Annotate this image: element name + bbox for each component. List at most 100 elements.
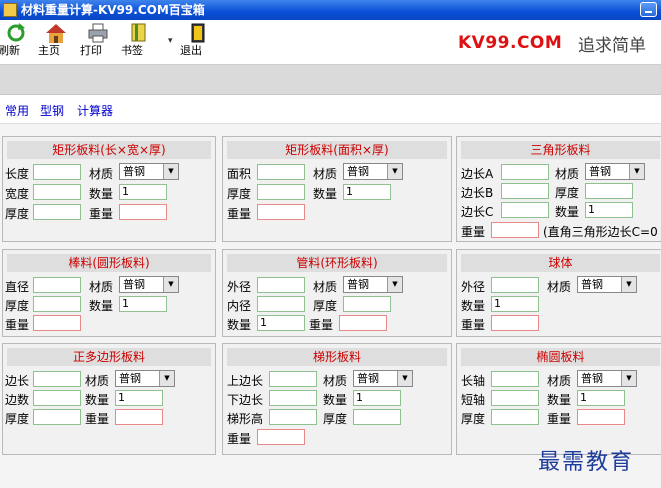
major-axis-label: 长轴 — [461, 374, 486, 388]
quantity-input[interactable]: 1 — [353, 390, 401, 406]
side-length-label: 边长 — [5, 374, 30, 388]
side-c-input[interactable] — [501, 202, 549, 218]
inner-diameter-input[interactable] — [257, 296, 305, 312]
quantity-input[interactable]: 1 — [491, 296, 539, 312]
chevron-down-icon: ▼ — [387, 164, 402, 179]
quantity-label: 数量 — [547, 393, 572, 407]
material-value: 普钢 — [581, 372, 603, 385]
quantity-label: 数量 — [227, 318, 252, 332]
side-a-input[interactable] — [501, 164, 549, 180]
thickness-label: 厚度 — [5, 412, 30, 426]
width-input[interactable] — [33, 184, 81, 200]
material-select[interactable]: 普钢 ▼ — [115, 370, 175, 387]
bookmark-dropdown-arrow[interactable]: ▾ — [168, 36, 173, 46]
quantity-input[interactable]: 1 — [119, 296, 167, 312]
area-input[interactable] — [257, 164, 305, 180]
thickness-label: 厚度 — [5, 207, 30, 221]
thickness-input[interactable] — [353, 409, 401, 425]
outer-diameter-label: 外径 — [227, 280, 252, 294]
panel-triangle: 三角形板料 边长A 材质 普钢 ▼ 边长B 厚度 边长C 数量 1 重量 (直角三… — [456, 136, 661, 242]
chevron-down-icon: ▼ — [387, 277, 402, 292]
refresh-label: 刷新 — [0, 44, 20, 57]
weight-output — [491, 222, 539, 238]
minimize-button[interactable] — [640, 2, 657, 17]
print-button[interactable]: 打印 — [80, 22, 116, 62]
print-label: 打印 — [80, 44, 102, 57]
major-axis-input[interactable] — [491, 371, 539, 387]
material-select[interactable]: 普钢 ▼ — [353, 370, 413, 387]
width-label: 宽度 — [5, 187, 30, 201]
material-select[interactable]: 普钢 ▼ — [119, 276, 179, 293]
nav-calculator-link[interactable]: 计算器 — [77, 102, 113, 119]
quantity-input[interactable]: 1 — [119, 184, 167, 200]
quantity-input[interactable]: 1 — [577, 390, 625, 406]
panel-title: 管料(环形板料) — [227, 254, 447, 272]
thickness-input[interactable] — [257, 184, 305, 200]
exit-button[interactable]: 退出 — [180, 22, 216, 62]
thickness-input[interactable] — [343, 296, 391, 312]
chevron-down-icon: ▼ — [163, 164, 178, 179]
weight-output — [577, 409, 625, 425]
material-select[interactable]: 普钢 ▼ — [577, 276, 637, 293]
thickness-input[interactable] — [33, 204, 81, 220]
material-label: 材质 — [323, 374, 348, 388]
weight-label: 重量 — [309, 318, 334, 332]
length-input[interactable] — [33, 164, 81, 180]
side-count-input[interactable] — [33, 390, 81, 406]
weight-output — [257, 204, 305, 220]
exit-label: 退出 — [180, 44, 202, 57]
panel-title: 正多边形板料 — [7, 348, 211, 366]
height-input[interactable] — [269, 409, 317, 425]
thickness-input[interactable] — [33, 409, 81, 425]
home-button[interactable]: 主页 — [38, 22, 74, 62]
weight-output — [119, 204, 167, 220]
material-select[interactable]: 普钢 ▼ — [343, 163, 403, 180]
material-select[interactable]: 普钢 ▼ — [577, 370, 637, 387]
bottom-side-label: 下边长 — [227, 393, 264, 407]
weight-output — [257, 429, 305, 445]
brand-logo[interactable]: KV99.COM — [458, 33, 562, 53]
quantity-input[interactable]: 1 — [343, 184, 391, 200]
side-length-input[interactable] — [33, 371, 81, 387]
app-icon — [3, 3, 17, 17]
side-b-input[interactable] — [501, 183, 549, 199]
minor-axis-input[interactable] — [491, 390, 539, 406]
refresh-button[interactable]: 刷新 — [0, 22, 34, 62]
thickness-input[interactable] — [491, 409, 539, 425]
quantity-input[interactable]: 1 — [115, 390, 163, 406]
thickness-input[interactable] — [33, 296, 81, 312]
side-c-label: 边长C — [461, 205, 494, 219]
outer-diameter-input[interactable] — [257, 277, 305, 293]
bottom-side-input[interactable] — [269, 390, 317, 406]
panel-rect-lwt: 矩形板料(长×宽×厚) 长度 材质 普钢 ▼ 宽度 数量 1 厚度 重量 — [2, 136, 216, 242]
quantity-label: 数量 — [89, 187, 114, 201]
material-value: 普钢 — [119, 372, 141, 385]
thickness-input[interactable] — [585, 183, 633, 199]
exit-door-icon — [191, 23, 205, 43]
material-label: 材质 — [547, 280, 572, 294]
material-select[interactable]: 普钢 ▼ — [343, 276, 403, 293]
top-side-input[interactable] — [269, 371, 317, 387]
outer-diameter-input[interactable] — [491, 277, 539, 293]
minor-axis-label: 短轴 — [461, 393, 486, 407]
bookmark-button[interactable]: 书签 — [121, 22, 157, 62]
panel-rect-area: 矩形板料(面积×厚) 面积 材质 普钢 ▼ 厚度 数量 1 重量 — [222, 136, 452, 242]
thickness-label: 厚度 — [461, 412, 486, 426]
panel-title: 棒料(圆形板料) — [7, 254, 211, 272]
panel-trapezoid: 梯形板料 上边长 材质 普钢 ▼ 下边长 数量 1 梯形高 厚度 重量 — [222, 343, 452, 455]
printer-icon — [88, 23, 108, 43]
quantity-input[interactable]: 1 — [257, 315, 305, 331]
chevron-down-icon: ▼ — [621, 371, 636, 386]
nav-steel-link[interactable]: 型钢 — [40, 102, 64, 119]
quantity-input[interactable]: 1 — [585, 202, 633, 218]
watermark: 最需教育 — [538, 450, 635, 475]
weight-label: 重量 — [227, 432, 252, 446]
weight-output — [115, 409, 163, 425]
diameter-input[interactable] — [33, 277, 81, 293]
panel-title: 三角形板料 — [461, 141, 660, 159]
material-select[interactable]: 普钢 ▼ — [119, 163, 179, 180]
nav-common-link[interactable]: 常用 — [5, 102, 29, 119]
material-select[interactable]: 普钢 ▼ — [585, 163, 645, 180]
thickness-label: 厚度 — [313, 299, 338, 313]
weight-label: 重量 — [5, 318, 30, 332]
